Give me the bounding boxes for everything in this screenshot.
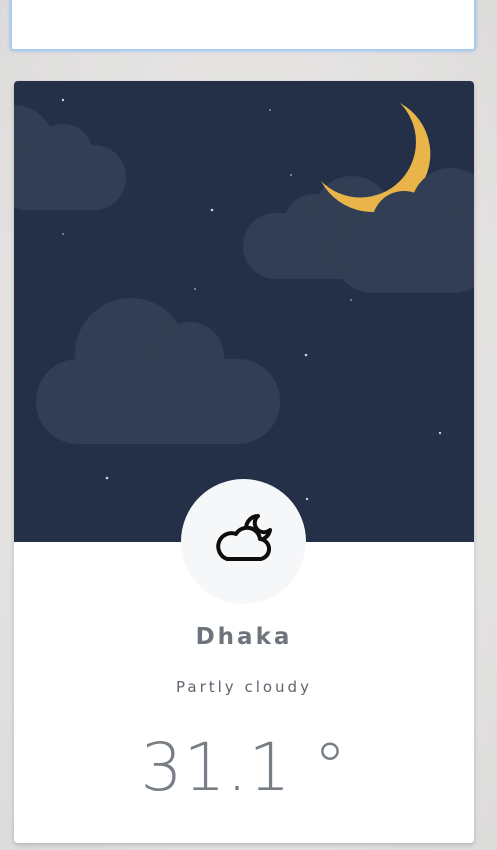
star-icon — [194, 288, 196, 290]
weather-icon-badge — [181, 479, 306, 604]
temperature-value: 31.1 ° — [140, 729, 348, 806]
star-icon — [105, 476, 109, 480]
star-icon — [438, 431, 442, 435]
search-input[interactable] — [12, 0, 474, 49]
weather-condition: Partly cloudy — [176, 678, 312, 696]
star-icon — [305, 497, 309, 501]
star-icon — [269, 109, 271, 111]
star-icon — [304, 353, 308, 357]
star-icon — [61, 98, 65, 102]
search-box[interactable] — [10, 0, 476, 51]
partly-cloudy-night-icon — [216, 514, 272, 562]
star-icon — [350, 299, 352, 301]
sky-illustration — [14, 98, 474, 501]
weather-card: Dhaka Partly cloudy 31.1 ° — [14, 81, 474, 843]
cloud-icon — [14, 105, 126, 210]
star-icon — [210, 208, 214, 212]
star-icon — [290, 174, 292, 176]
star-icon — [62, 233, 64, 235]
cloud-icon — [36, 298, 280, 444]
night-sky-scene — [14, 81, 474, 542]
city-name: Dhaka — [195, 624, 293, 650]
